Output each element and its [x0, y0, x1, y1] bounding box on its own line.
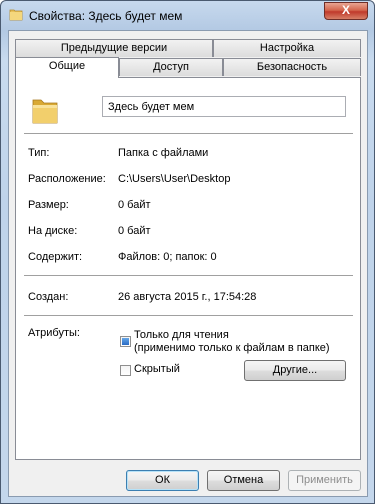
separator [24, 133, 353, 135]
tab-sharing[interactable]: Доступ [119, 58, 223, 76]
readonly-note: (применимо только к файлам в папке) [134, 342, 330, 354]
folder-large-icon [32, 99, 58, 124]
separator [24, 275, 353, 277]
size-value: 0 байт [118, 199, 151, 211]
readonly-checkbox[interactable] [120, 336, 131, 347]
type-value: Папка с файлами [118, 147, 209, 159]
type-label: Тип: [28, 147, 50, 159]
hidden-label: Скрытый [134, 363, 180, 375]
tab-security[interactable]: Безопасность [223, 58, 361, 76]
readonly-label: Только для чтения [134, 329, 229, 341]
ok-button[interactable]: ОК [126, 470, 199, 491]
tab-general[interactable]: Общие [15, 57, 119, 78]
size-on-disk-label: На диске: [28, 225, 78, 237]
apply-button[interactable]: Применить [288, 470, 361, 491]
contains-label: Содержит: [28, 251, 83, 263]
size-label: Размер: [28, 199, 69, 211]
general-panel: Тип: Папка с файлами Расположение: C:\Us… [15, 77, 361, 460]
properties-window: Свойства: Здесь будет мем X Предыдущие в… [0, 0, 375, 504]
other-attributes-button[interactable]: Другие... [244, 360, 346, 381]
title-bar[interactable]: Свойства: Здесь будет мем X [1, 1, 374, 29]
contains-value: Файлов: 0; папок: 0 [118, 251, 217, 263]
folder-name-input[interactable] [102, 96, 346, 117]
separator [24, 315, 353, 317]
tab-previous-versions[interactable]: Предыдущие версии [15, 39, 213, 57]
size-on-disk-value: 0 байт [118, 225, 151, 237]
folder-icon [9, 9, 23, 21]
location-value: C:\Users\User\Desktop [118, 173, 231, 185]
created-value: 26 августа 2015 г., 17:54:28 [118, 291, 257, 303]
close-button[interactable]: X [324, 2, 368, 20]
tab-customize[interactable]: Настройка [213, 39, 361, 57]
window-title: Свойства: Здесь будет мем [29, 9, 183, 23]
location-label: Расположение: [28, 173, 106, 185]
cancel-button[interactable]: Отмена [207, 470, 280, 491]
attributes-label: Атрибуты: [28, 327, 80, 339]
hidden-checkbox[interactable] [120, 365, 131, 376]
dialog-client: Предыдущие версии Настройка Общие Доступ… [8, 30, 368, 497]
created-label: Создан: [28, 291, 69, 303]
